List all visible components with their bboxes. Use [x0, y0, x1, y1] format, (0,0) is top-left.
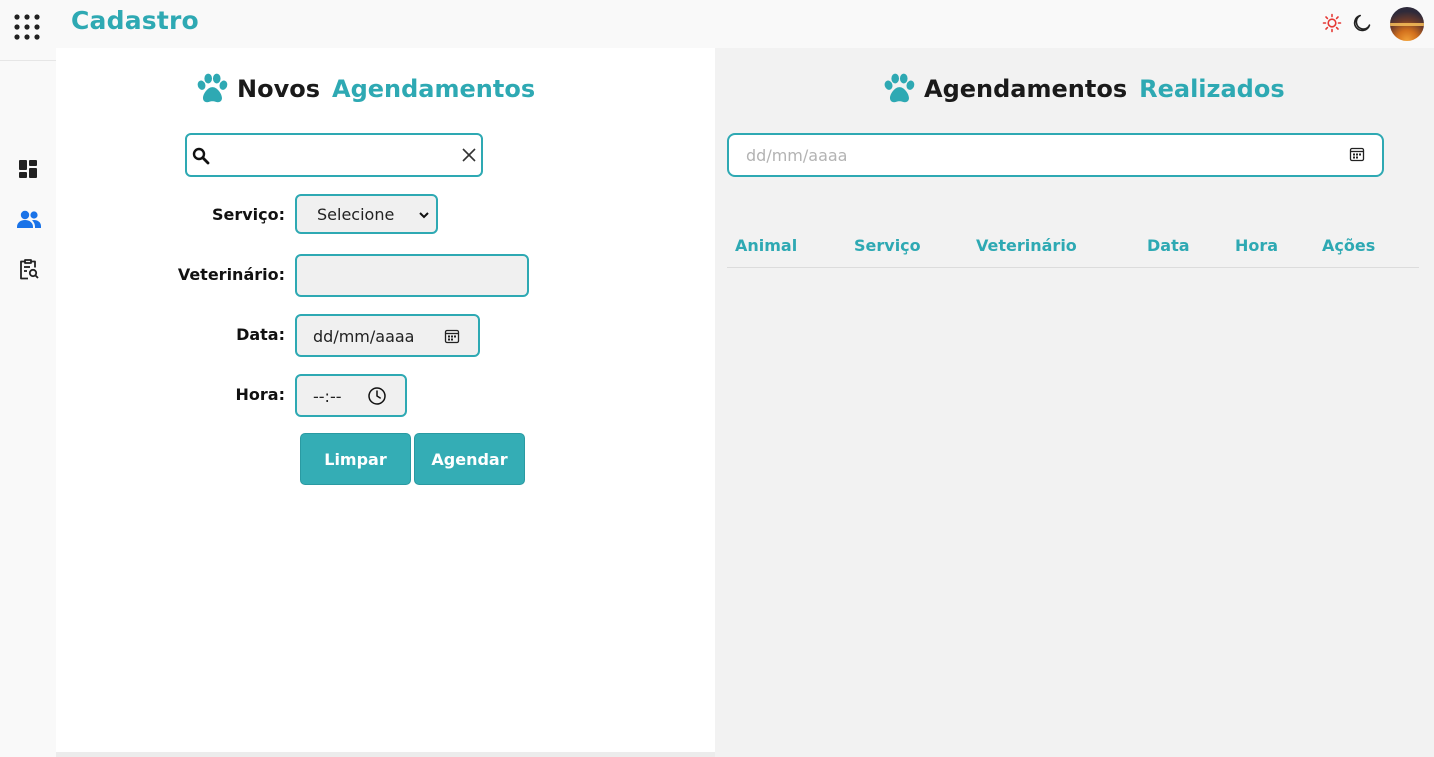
date-filter-value: dd/mm/aaaa — [746, 146, 848, 165]
user-avatar[interactable] — [1390, 7, 1424, 41]
clipboard-search-icon[interactable] — [16, 257, 40, 281]
apps-grid-icon[interactable] — [12, 12, 42, 42]
service-select-value: Selecione — [317, 205, 395, 224]
brand-title[interactable]: Cadastro — [71, 6, 199, 35]
column-header-vet[interactable]: Veterinário — [976, 236, 1077, 255]
column-header-actions[interactable]: Ações — [1322, 236, 1375, 255]
calendar-icon[interactable] — [444, 328, 460, 344]
vet-field[interactable] — [295, 254, 529, 297]
vet-label: Veterinário: — [177, 265, 285, 284]
search-icon — [192, 147, 210, 165]
avatar-sunset-band — [1390, 23, 1424, 26]
schedule-button[interactable]: Agendar — [414, 433, 525, 485]
service-select[interactable]: Selecione — [295, 194, 438, 234]
title-part2: Realizados — [1139, 75, 1285, 103]
animal-search — [185, 133, 483, 177]
time-field-value: --:-- — [313, 387, 342, 406]
title-part1: Agendamentos — [924, 75, 1128, 103]
new-appointment-panel: Novos Agendamentos Serviço: Selecione Ve… — [56, 48, 715, 752]
done-appointments-panel: Agendamentos Realizados dd/mm/aaaa Anima… — [715, 48, 1434, 757]
sun-icon[interactable] — [1322, 13, 1342, 33]
date-field[interactable]: dd/mm/aaaa — [295, 314, 480, 357]
chevron-down-icon — [419, 212, 429, 219]
service-label: Serviço: — [211, 205, 285, 224]
title-part2: Agendamentos — [332, 75, 536, 103]
calendar-icon[interactable] — [1349, 146, 1365, 162]
done-appointments-title: Agendamentos Realizados — [880, 70, 1285, 108]
title-part1: Novos — [237, 75, 320, 103]
date-filter-field[interactable]: dd/mm/aaaa — [727, 133, 1384, 177]
sidebar-divider — [0, 60, 56, 61]
date-label: Data: — [236, 325, 285, 344]
top-bar: Cadastro — [0, 0, 1434, 48]
search-input[interactable] — [215, 141, 455, 169]
moon-icon[interactable] — [1352, 13, 1372, 33]
paw-icon — [884, 73, 915, 103]
dashboard-icon[interactable] — [16, 157, 40, 181]
bottom-divider — [56, 752, 715, 757]
column-header-service[interactable]: Serviço — [854, 236, 921, 255]
clock-icon[interactable] — [367, 386, 387, 406]
column-header-date[interactable]: Data — [1147, 236, 1190, 255]
time-label: Hora: — [235, 385, 285, 404]
table-header-divider — [727, 267, 1419, 268]
clear-search-icon[interactable] — [461, 147, 477, 163]
users-icon[interactable] — [16, 207, 41, 231]
time-field[interactable]: --:-- — [295, 374, 407, 417]
new-appointments-title: Novos Agendamentos — [193, 70, 535, 108]
clear-button[interactable]: Limpar — [300, 433, 411, 485]
sidebar — [0, 48, 56, 757]
column-header-time[interactable]: Hora — [1235, 236, 1278, 255]
column-header-animal[interactable]: Animal — [735, 236, 797, 255]
date-field-value: dd/mm/aaaa — [313, 327, 415, 346]
paw-icon — [197, 73, 228, 103]
